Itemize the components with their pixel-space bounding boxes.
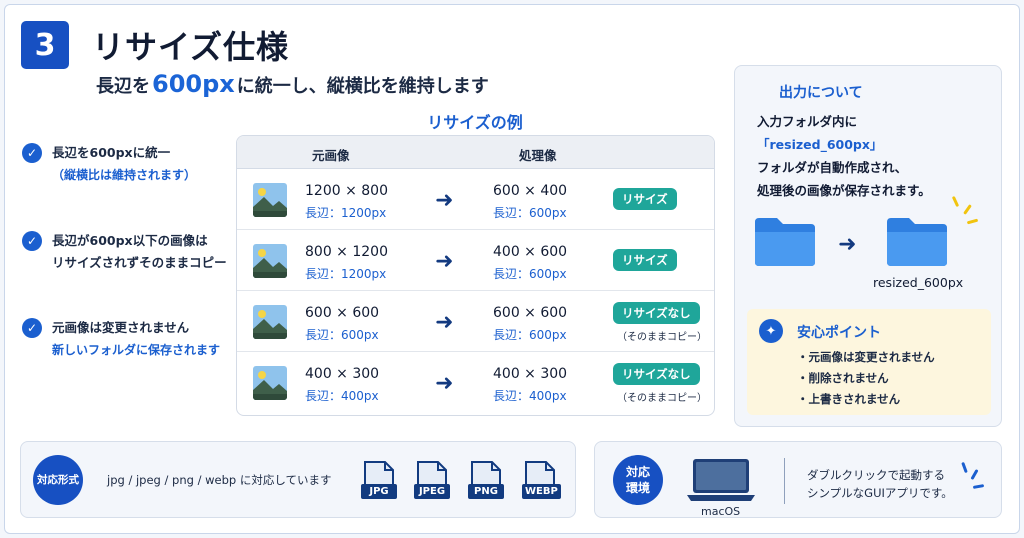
environment-badge-line: 対応	[625, 465, 650, 479]
original-long-side: 長辺：600px	[305, 328, 379, 342]
status-note: （そのままコピー）	[617, 332, 707, 343]
original-long-side: 長辺：1200px	[305, 267, 387, 281]
processed-size: 400 × 600	[493, 244, 568, 260]
spec-point: ✓ 長辺を600pxに統一 （縦横比は維持されます）	[22, 142, 196, 186]
original-size: 600 × 600	[305, 305, 380, 321]
check-icon: ✓	[22, 143, 42, 163]
lightbulb-icon: ✦	[759, 319, 783, 343]
image-thumbnail-icon	[253, 305, 287, 339]
col-original: 元画像	[312, 148, 350, 163]
subtitle-value: 600px	[152, 70, 235, 98]
output-line: フォルダが自動作成され、	[757, 160, 908, 175]
spec-point-text: 長辺が600px以下の画像は リサイズされずそのままコピー	[52, 230, 227, 274]
spec-point-sub: （縦横比は維持されます）	[52, 168, 197, 182]
input-folder-icon	[755, 218, 815, 266]
output-line: 処理後の画像が保存されます。	[757, 183, 931, 198]
processed-long-side: 長辺：400px	[493, 389, 567, 403]
processed-long-side: 長辺：600px	[493, 328, 567, 342]
formats-badge: 対応形式	[33, 455, 83, 505]
spec-point: ✓ 長辺が600px以下の画像は リサイズされずそのままコピー	[22, 230, 227, 274]
arrow-right-icon: ➜	[435, 249, 454, 274]
os-label: macOS	[701, 505, 741, 518]
image-thumbnail-icon	[253, 244, 287, 278]
example-title: リサイズの例	[427, 113, 523, 132]
status-note: （そのままコピー）	[617, 393, 707, 404]
file-type-label: WEBP	[522, 484, 561, 499]
file-type-label: PNG	[468, 484, 504, 499]
arrow-right-icon: ➜	[838, 232, 857, 257]
arrow-right-icon: ➜	[435, 188, 454, 213]
table-row: 1200 × 800 長辺：1200px ➜ 600 × 400 長辺：600px リサイ…	[237, 169, 714, 230]
status-badge: リサイズ	[613, 249, 677, 271]
environment-line: シンプルなGUIアプリです。	[807, 486, 953, 500]
environment-text: ダブルクリックで起動する シンプルなGUIアプリです。	[807, 466, 953, 502]
table-row: 400 × 300 長辺：400px ➜ 400 × 300 長辺：400px リサイズな…	[237, 352, 714, 413]
arrow-right-icon: ➜	[435, 310, 454, 335]
status-badge: リサイズ	[613, 188, 677, 210]
sparkle-icon	[970, 468, 979, 481]
safety-item: ・元画像は変更されません	[797, 350, 935, 364]
sparkle-icon	[961, 461, 968, 474]
environment-box: 対応 環境 macOS ダブルクリックで起動する シンプルなGUIアプリです。	[594, 441, 1002, 518]
spec-point-main-2: リサイズされずそのままコピー	[52, 255, 227, 270]
spec-point-main: 長辺を600pxに統一	[52, 145, 171, 160]
output-panel: 出力について 入力フォルダ内に 「resized_600px」 フォルダが自動作…	[734, 65, 1002, 427]
page-subtitle: 長辺を 600px に統一し、縦横比を維持します	[96, 70, 489, 98]
safety-title: 安心ポイント	[797, 325, 881, 341]
processed-long-side: 長辺：600px	[493, 267, 567, 281]
output-title: 出力について	[779, 85, 863, 101]
col-processed: 処理像	[519, 148, 557, 163]
sparkle-icon	[963, 204, 972, 215]
file-type-label: JPEG	[414, 484, 450, 499]
file-type-label: JPG	[361, 484, 397, 499]
environment-badge-line: 環境	[625, 481, 650, 495]
environment-line: ダブルクリックで起動する	[807, 468, 945, 482]
sparkle-icon	[972, 484, 985, 489]
processed-long-side: 長辺：600px	[493, 206, 567, 220]
divider	[784, 458, 785, 504]
formats-text: jpg / jpeg / png / webp に対応しています	[107, 473, 332, 487]
safety-box: ✦ 安心ポイント ・元画像は変更されません ・削除されません ・上書きされません	[747, 309, 991, 415]
laptop-icon	[687, 459, 755, 501]
processed-size: 600 × 400	[493, 183, 568, 199]
status-badge: リサイズなし	[613, 302, 700, 324]
image-thumbnail-icon	[253, 366, 287, 400]
spec-point-text: 長辺を600pxに統一 （縦横比は維持されます）	[52, 142, 196, 186]
step-number-badge: 3	[21, 21, 69, 69]
processed-size: 600 × 600	[493, 305, 568, 321]
table-row: 600 × 600 長辺：600px ➜ 600 × 600 長辺：600px リサイズな…	[237, 291, 714, 352]
output-folder-label: resized_600px	[873, 275, 964, 290]
page-title: リサイズ仕様	[92, 28, 290, 66]
processed-size: 400 × 300	[493, 366, 568, 382]
check-icon: ✓	[22, 318, 42, 338]
spec-point-sub: 新しいフォルダに保存されます	[52, 343, 221, 357]
output-description: 入力フォルダ内に 「resized_600px」 フォルダが自動作成され、 処理…	[757, 110, 997, 202]
spec-point-main: 長辺が600px以下の画像は	[52, 233, 208, 248]
table-row: 800 × 1200 長辺：1200px ➜ 400 × 600 長辺：600px リサイ…	[237, 230, 714, 291]
output-line: 入力フォルダ内に	[757, 114, 858, 129]
original-size: 1200 × 800	[305, 183, 388, 199]
spec-point-main: 元画像は変更されません	[52, 320, 190, 335]
output-folder-name: 「resized_600px」	[757, 137, 883, 152]
original-long-side: 長辺：1200px	[305, 206, 387, 220]
original-long-side: 長辺：400px	[305, 389, 379, 403]
spec-point: ✓ 元画像は変更されません 新しいフォルダに保存されます	[22, 317, 220, 361]
check-icon: ✓	[22, 231, 42, 251]
safety-item: ・削除されません	[797, 371, 889, 385]
formats-box: 対応形式 jpg / jpeg / png / webp に対応しています JP…	[20, 441, 576, 518]
output-folder-icon	[887, 218, 947, 266]
safety-item: ・上書きされません	[797, 392, 901, 406]
subtitle-pre: 長辺を	[96, 76, 150, 97]
arrow-right-icon: ➜	[435, 371, 454, 396]
table-header: 元画像 処理像	[237, 136, 714, 169]
original-size: 800 × 1200	[305, 244, 388, 260]
environment-badge: 対応 環境	[613, 455, 663, 505]
status-badge: リサイズなし	[613, 363, 700, 385]
sparkle-icon	[966, 218, 979, 225]
spec-point-text: 元画像は変更されません 新しいフォルダに保存されます	[52, 317, 220, 361]
original-size: 400 × 300	[305, 366, 380, 382]
example-table: 元画像 処理像 1200 × 800 長辺：1200px ➜ 600 × 400 長辺：…	[236, 135, 715, 416]
subtitle-post: に統一し、縦横比を維持します	[236, 76, 489, 97]
image-thumbnail-icon	[253, 183, 287, 217]
